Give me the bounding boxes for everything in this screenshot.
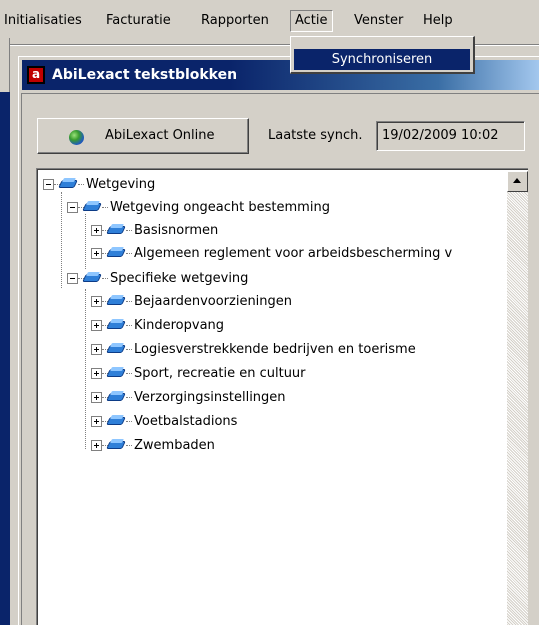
menu-rapporten[interactable]: Rapporten: [197, 10, 273, 32]
tree-node-label: Logiesverstrekkende bedrijven en toerism…: [134, 342, 416, 357]
tree-node-label: Basisnormen: [134, 223, 219, 238]
expand-icon[interactable]: [91, 392, 102, 403]
expand-icon[interactable]: [91, 368, 102, 379]
tree-node-label: Algemeen reglement voor arbeidsbeschermi…: [134, 246, 453, 261]
tree-node-label: Kinderopvang: [134, 318, 225, 333]
book-icon: [106, 224, 126, 236]
abilexact-online-button[interactable]: AbiLexact Online: [37, 118, 249, 154]
book-icon: [106, 247, 126, 259]
expand-icon[interactable]: [91, 225, 102, 236]
tree-node-label: Sport, recreatie en cultuur: [134, 366, 306, 381]
expand-icon[interactable]: [91, 416, 102, 427]
menu-actie[interactable]: Actie: [290, 10, 333, 32]
book-icon: [106, 319, 126, 331]
tree-connector: [85, 289, 86, 449]
last-sync-label: Laatste synch.: [268, 128, 363, 143]
tree-view[interactable]: Wetgeving Wetgeving ongeacht bestemming …: [36, 168, 528, 625]
scroll-up-arrow-icon[interactable]: [507, 171, 528, 192]
book-icon: [106, 295, 126, 307]
expand-icon[interactable]: [91, 440, 102, 451]
expand-icon[interactable]: [91, 320, 102, 331]
collapse-icon[interactable]: [67, 273, 78, 284]
expand-icon[interactable]: [91, 296, 102, 307]
book-icon: [106, 391, 126, 403]
menu-help[interactable]: Help: [419, 10, 457, 32]
collapse-icon[interactable]: [67, 202, 78, 213]
tree-node-label: Voetbalstadions: [134, 414, 238, 429]
book-icon: [106, 343, 126, 355]
background-window-edge: [0, 38, 10, 92]
book-icon: [106, 367, 126, 379]
menu-item-synchroniseren[interactable]: Synchroniseren: [294, 49, 470, 70]
book-icon: [82, 201, 102, 213]
window-title: AbiLexact tekstblokken: [52, 67, 238, 83]
book-icon: [106, 439, 126, 451]
tree-node-label: Bejaardenvoorzieningen: [134, 294, 293, 309]
menu-bar: Initialisaties Facturatie Rapporten Acti…: [0, 0, 539, 38]
tree-scrollbar[interactable]: [507, 171, 528, 625]
tree-node-label: Verzorgingsinstellingen: [134, 390, 286, 405]
menu-facturatie[interactable]: Facturatie: [102, 10, 175, 32]
tree-connector: [61, 192, 62, 288]
book-icon: [82, 272, 102, 284]
tree-node-label: Specifieke wetgeving: [110, 271, 249, 286]
last-sync-field: 19/02/2009 10:02: [376, 121, 525, 151]
app-icon[interactable]: a: [27, 66, 45, 84]
menu-venster[interactable]: Venster: [350, 10, 407, 32]
book-icon: [58, 178, 78, 190]
online-button-label: AbiLexact Online: [105, 128, 215, 143]
actie-dropdown: Synchroniseren: [290, 36, 475, 74]
tree-node-label: Wetgeving: [86, 177, 156, 192]
background-window-titlebar: [0, 92, 10, 625]
menu-initialisaties[interactable]: Initialisaties: [0, 10, 86, 32]
tree-connector: [85, 214, 86, 269]
tree-node-label: Zwembaden: [134, 438, 215, 453]
expand-icon[interactable]: [91, 248, 102, 259]
collapse-icon[interactable]: [43, 179, 54, 190]
globe-icon: [69, 130, 84, 145]
expand-icon[interactable]: [91, 344, 102, 355]
tree-node-label: Wetgeving ongeacht bestemming: [110, 200, 330, 215]
book-icon: [106, 415, 126, 427]
